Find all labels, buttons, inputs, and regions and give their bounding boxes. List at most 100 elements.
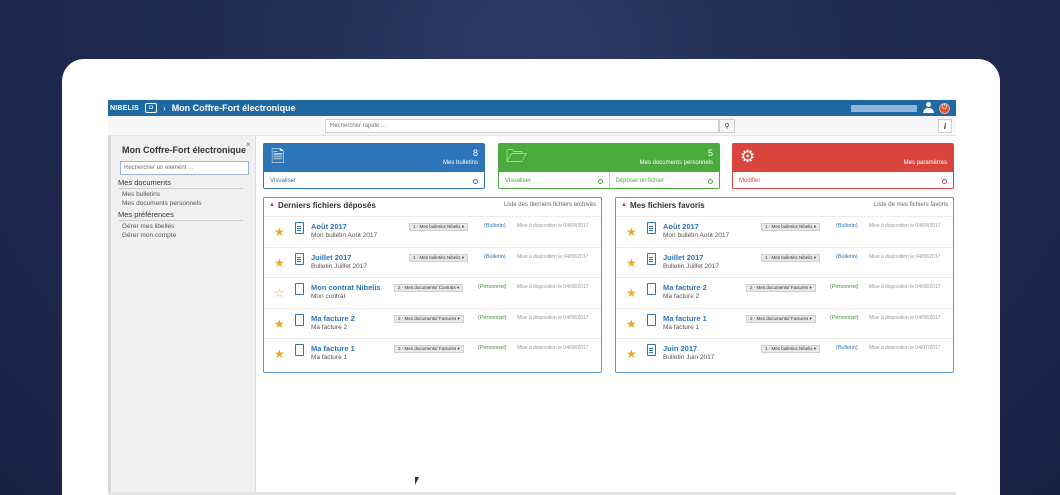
quick-search-bar: ⚲ i — [108, 116, 956, 136]
label-dropdown[interactable]: 1 - Mes bulletins Nibelis ▾ — [761, 223, 821, 231]
file-icon — [295, 222, 304, 234]
label-dropdown[interactable]: 1 - Mes bulletins Nibelis ▾ — [761, 253, 821, 262]
file-title[interactable]: Ma facture 1 — [663, 314, 707, 323]
file-date: Mise à disposition le 04/08/2017 — [517, 253, 589, 260]
card-personal-documents[interactable]: 🗁 5 Mes documents personnels Visualiser … — [498, 143, 720, 189]
sidebar-item-personal-documents[interactable]: Mes documents personnels — [122, 200, 243, 207]
file-description: Mon bulletin Août 2017 — [663, 232, 730, 239]
favorite-files-list-link[interactable]: Liste de mes fichiers favoris — [874, 202, 948, 208]
label-dropdown[interactable]: 2 - Mes documents/ Factures ▾ — [394, 345, 464, 353]
sidebar-item-account[interactable]: Gérer mon compte — [122, 232, 243, 239]
file-row[interactable]: ★ Ma facture 2 Ma facture 2 2 - Mes documen… — [616, 277, 953, 307]
file-title[interactable]: Mon contrat Nibelis — [311, 283, 381, 292]
file-row[interactable]: ★ Août 2017 Mon bulletin Août 2017 1 - Mes … — [616, 216, 953, 246]
panel-header: ▲ Mes fichiers favoris Liste de mes fich… — [616, 198, 953, 212]
file-icon — [295, 283, 304, 295]
file-row[interactable]: ★ Ma facture 2 Ma facture 2 2 - Mes documen… — [264, 307, 601, 338]
star-filled-icon[interactable]: ★ — [626, 318, 637, 330]
star-filled-icon[interactable]: ★ — [274, 318, 285, 330]
label-dropdown[interactable]: 2 - Mes documents/ Factures ▾ — [746, 284, 816, 292]
edit-settings-button[interactable]: Modifier — [733, 172, 953, 188]
label-dropdown[interactable]: 2 - Mes documents/ Contrats ▾ — [394, 284, 464, 292]
star-filled-icon[interactable]: ★ — [626, 257, 637, 269]
file-description: Mon contrat — [311, 293, 346, 300]
file-icon — [647, 313, 656, 326]
file-icon — [295, 252, 304, 265]
card-actions: Modifier — [733, 172, 953, 188]
safe-icon[interactable]: ◘ — [145, 103, 158, 113]
file-row[interactable]: ★ Août 2017 Mon bulletin Août 2017 1 - Mes … — [264, 216, 601, 246]
file-icon — [295, 313, 304, 326]
label-dropdown[interactable]: 2 - Mes documents/ Factures ▾ — [394, 314, 464, 323]
file-category: (Bulletin) — [836, 253, 858, 260]
star-filled-icon[interactable]: ★ — [274, 257, 285, 269]
file-date: Mise à disposition le 04/08/2017 — [869, 284, 941, 290]
star-filled-icon[interactable]: ★ — [626, 348, 637, 360]
label-dropdown[interactable]: 2 - Mes documents/ Factures ▾ — [746, 314, 816, 323]
card-count: 5 — [707, 148, 713, 158]
main-content: 🗎 8 Mes bulletins Visualiser 🗁 5 Mes doc… — [257, 136, 956, 495]
label-dropdown[interactable]: 1 - Mes bulletins Nibelis ▾ — [409, 223, 469, 231]
collapse-icon[interactable]: ▲ — [269, 202, 275, 208]
sidebar: Mon Coffre-Fort électronique × Mes docum… — [108, 136, 256, 495]
file-title[interactable]: Août 2017 — [311, 222, 347, 231]
view-bulletins-button[interactable]: Visualiser — [264, 172, 484, 188]
file-title[interactable]: Ma facture 1 — [311, 344, 355, 353]
view-documents-button[interactable]: Visualiser — [499, 172, 609, 188]
card-actions: Visualiser — [264, 172, 484, 188]
quick-search-input[interactable] — [325, 119, 719, 133]
sidebar-resize-handle[interactable] — [108, 136, 111, 495]
file-row[interactable]: ★ Ma facture 1 Ma facture 1 2 - Mes documen… — [616, 307, 953, 338]
file-title[interactable]: Juillet 2017 — [311, 253, 351, 262]
recent-files-list-link[interactable]: Liste des derniers fichiers archivés — [504, 202, 596, 208]
gear-icon: ⚙ — [740, 147, 756, 166]
file-title[interactable]: Août 2017 — [663, 222, 699, 231]
file-title[interactable]: Juillet 2017 — [663, 253, 703, 262]
file-title[interactable]: Ma facture 2 — [311, 314, 355, 323]
mouse-cursor-icon — [415, 477, 419, 485]
star-filled-icon[interactable]: ★ — [274, 348, 285, 360]
file-date: Mise à disposition le 04/07/2017 — [869, 345, 941, 351]
sidebar-search-input[interactable] — [120, 161, 249, 175]
label-dropdown[interactable]: 1 - Mes bulletins Nibelis ▾ — [761, 345, 821, 353]
logout-icon[interactable]: ⏻ — [939, 102, 950, 114]
card-header[interactable]: 🗎 8 Mes bulletins — [264, 144, 484, 172]
action-label: Déposer un fichier — [615, 178, 665, 184]
close-icon[interactable]: × — [246, 140, 251, 149]
collapse-icon[interactable]: ▲ — [621, 202, 627, 208]
topbar-actions: ⏻ — [851, 102, 956, 114]
card-header[interactable]: 🗁 5 Mes documents personnels — [499, 144, 719, 172]
file-row[interactable]: ★ Juillet 2017 Bulletin Juillet 2017 1 - Me… — [264, 246, 601, 277]
sidebar-section-documents: Mes documents Mes bulletins Mes document… — [118, 178, 243, 207]
sidebar-title: Mon Coffre-Fort électronique — [122, 145, 246, 155]
breadcrumb-separator: › — [163, 103, 166, 113]
account-button[interactable] — [851, 104, 917, 112]
file-row[interactable]: ★ Ma facture 1 Ma facture 1 2 - Mes documen… — [264, 338, 601, 368]
file-description: Bulletin Juin 2017 — [663, 354, 715, 361]
upload-file-button[interactable]: Déposer un fichier — [608, 172, 720, 188]
card-settings[interactable]: ⚙ Mes paramètres Modifier — [732, 143, 954, 189]
file-title[interactable]: Juin 2017 — [663, 344, 697, 353]
file-title[interactable]: Ma facture 2 — [663, 283, 707, 292]
card-header[interactable]: ⚙ Mes paramètres — [733, 144, 953, 172]
file-row[interactable]: ☆ Mon contrat Nibelis Mon contrat 2 - Mes d… — [264, 277, 601, 307]
sidebar-section-heading: Mes documents — [118, 178, 171, 187]
arrow-circle-icon — [597, 178, 603, 184]
star-filled-icon[interactable]: ★ — [274, 226, 285, 238]
file-row[interactable]: ★ Juin 2017 Bulletin Juin 2017 1 - Mes bull… — [616, 338, 953, 368]
sidebar-item-bulletins[interactable]: Mes bulletins — [122, 191, 243, 198]
file-row[interactable]: ★ Juillet 2017 Bulletin Juillet 2017 1 - Me… — [616, 246, 953, 277]
label-dropdown[interactable]: 1 - Mes bulletins Nibelis ▾ — [409, 253, 469, 262]
user-icon[interactable] — [923, 102, 934, 114]
sidebar-section-heading: Mes préférences — [118, 210, 174, 219]
star-outline-icon[interactable]: ☆ — [274, 287, 285, 299]
card-bulletins[interactable]: 🗎 8 Mes bulletins Visualiser — [263, 143, 485, 189]
sidebar-item-labels[interactable]: Gérer mes libellés — [122, 223, 243, 230]
card-count: 8 — [472, 148, 478, 158]
file-icon — [295, 344, 304, 356]
nibelis-logo[interactable]: NIBELIS — [110, 105, 139, 112]
star-filled-icon[interactable]: ★ — [626, 226, 637, 238]
info-icon[interactable]: i — [938, 119, 952, 133]
search-icon[interactable]: ⚲ — [719, 119, 735, 133]
star-filled-icon[interactable]: ★ — [626, 287, 637, 299]
